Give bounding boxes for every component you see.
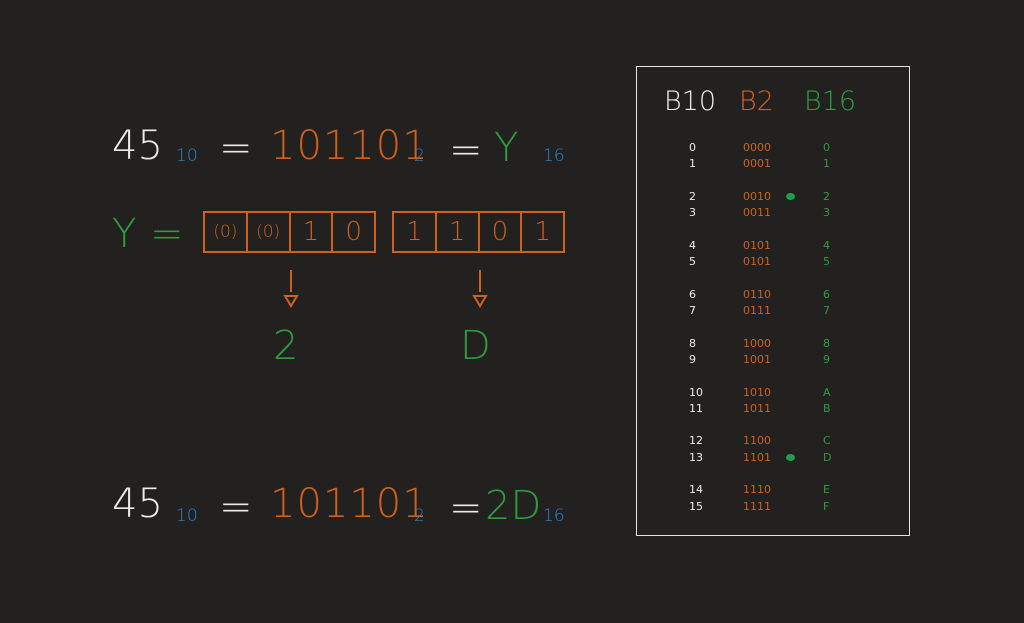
table-cell-b2: 0000 bbox=[743, 141, 771, 154]
down-arrow-icon bbox=[472, 270, 488, 308]
table-cell-b16: 9 bbox=[823, 352, 830, 366]
table-cell-b16: 5 bbox=[823, 255, 830, 269]
table-cell-b16: 1 bbox=[823, 157, 830, 171]
table-cell-b2: 0111 bbox=[743, 304, 771, 317]
nibble-bit: 1 bbox=[394, 213, 437, 251]
table-cell-b16: D bbox=[823, 450, 832, 464]
down-arrow-icon bbox=[283, 270, 299, 308]
table-cell-b2: 1100 bbox=[743, 434, 771, 448]
table-cell-b2: 1010 bbox=[743, 385, 771, 399]
table-cell-b10: 10 bbox=[689, 385, 703, 399]
bottom-equals-1: = bbox=[219, 484, 253, 530]
table-cell-b2: 0101 bbox=[743, 255, 771, 269]
top-equals-2: = bbox=[449, 127, 483, 173]
nibble-box-low: 1 1 0 1 bbox=[392, 211, 565, 253]
top-equals-1: = bbox=[219, 125, 253, 171]
grouping-variable: Y bbox=[112, 211, 137, 257]
table-cell-b16: B bbox=[823, 401, 831, 415]
table-cell-b10: 1 bbox=[689, 157, 696, 171]
table-cell-b2: 0101 bbox=[743, 238, 771, 252]
nibble-bit: 1 bbox=[534, 217, 551, 247]
table-cell-b2: 1000 bbox=[743, 336, 771, 350]
top-hex-base: 16 bbox=[543, 146, 565, 166]
top-binary-base: 2 bbox=[414, 146, 425, 166]
table-cell-b2: 0001 bbox=[743, 157, 771, 171]
table-cell-b16: E bbox=[823, 483, 830, 497]
table-cell-b10: 13 bbox=[689, 450, 703, 464]
table-cell-b10: 12 bbox=[689, 434, 703, 448]
table-cell-b10: 8 bbox=[689, 336, 696, 350]
table-cell-b2: 1101 bbox=[743, 450, 771, 464]
table-cell-b10: 9 bbox=[689, 352, 696, 366]
nibble-box-high: (0) (0) 1 0 bbox=[203, 211, 376, 253]
nibble-bit: (0) bbox=[248, 213, 291, 251]
table-cell-b16: 8 bbox=[823, 336, 830, 350]
table-cell-b16: A bbox=[823, 385, 831, 399]
grouping-equals: = bbox=[150, 211, 184, 257]
table-header-b16: B16 bbox=[804, 86, 857, 117]
top-decimal: 45 bbox=[112, 123, 163, 169]
table-cell-b2: 0110 bbox=[743, 287, 771, 301]
bottom-hex-base: 16 bbox=[543, 506, 565, 526]
table-header-b10: B10 bbox=[664, 86, 717, 117]
conversion-table-panel bbox=[636, 66, 910, 536]
highlight-dot bbox=[786, 453, 795, 461]
table-cell-b16: F bbox=[823, 499, 830, 513]
nibble-bit: 1 bbox=[437, 213, 480, 251]
top-binary: 101101 bbox=[270, 123, 429, 169]
table-cell-b2: 0010 bbox=[743, 189, 771, 203]
highlight-dot bbox=[786, 192, 795, 200]
nibble-bit: 1 bbox=[291, 213, 334, 251]
bottom-equals-2: = bbox=[449, 485, 483, 531]
nibble-bit: (0) bbox=[205, 213, 248, 251]
table-cell-b10: 15 bbox=[689, 499, 703, 513]
table-cell-b10: 2 bbox=[689, 189, 696, 203]
table-cell-b10: 6 bbox=[689, 287, 696, 301]
top-hex-unknown: Y bbox=[494, 125, 519, 171]
nibble-bit: 0 bbox=[345, 217, 362, 247]
bottom-hex-result: 2D bbox=[485, 483, 542, 529]
hex-digit-high: 2 bbox=[273, 323, 299, 369]
table-cell-b16: 0 bbox=[823, 141, 830, 154]
bottom-decimal-base: 10 bbox=[176, 506, 198, 526]
table-cell-b2: 1111 bbox=[743, 499, 771, 513]
nibble-bit: 0 bbox=[480, 213, 523, 251]
table-cell-b16: 7 bbox=[823, 304, 830, 317]
top-decimal-base: 10 bbox=[176, 146, 198, 166]
bottom-binary: 101101 bbox=[270, 481, 429, 527]
bottom-binary-base: 2 bbox=[414, 506, 425, 526]
table-cell-b16: 3 bbox=[823, 206, 830, 220]
table-cell-b10: 3 bbox=[689, 206, 696, 220]
table-cell-b10: 11 bbox=[689, 401, 703, 415]
table-cell-b2: 1110 bbox=[743, 483, 771, 497]
table-cell-b10: 7 bbox=[689, 304, 696, 317]
table-cell-b2: 1011 bbox=[743, 401, 771, 415]
table-cell-b10: 14 bbox=[689, 483, 703, 497]
table-cell-b2: 0011 bbox=[743, 206, 771, 220]
table-cell-b10: 0 bbox=[689, 141, 696, 154]
hex-digit-low: D bbox=[460, 323, 491, 369]
table-cell-b16: C bbox=[823, 434, 831, 448]
table-cell-b10: 4 bbox=[689, 238, 696, 252]
table-cell-b16: 6 bbox=[823, 287, 830, 301]
table-header-b2: B2 bbox=[739, 86, 774, 117]
table-cell-b10: 5 bbox=[689, 255, 696, 269]
table-cell-b16: 2 bbox=[823, 189, 830, 203]
table-cell-b16: 4 bbox=[823, 238, 830, 252]
bottom-decimal: 45 bbox=[112, 481, 163, 527]
table-cell-b2: 1001 bbox=[743, 352, 771, 366]
